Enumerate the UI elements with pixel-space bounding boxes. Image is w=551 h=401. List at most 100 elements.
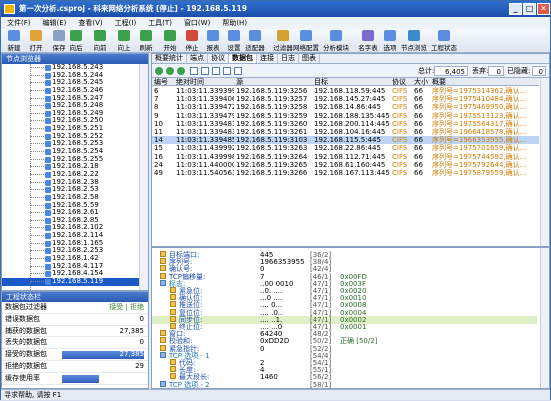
packet-row[interactable]: 49 11:03:11.540561 192.168.5.119:3266 192.1…	[152, 169, 539, 177]
detail-row[interactable]: TCP 选项 - 2 [58/1]	[152, 380, 537, 388]
node-icon	[45, 225, 51, 232]
node-icon	[45, 72, 51, 79]
column-header[interactable]: 绝对时间	[176, 78, 234, 86]
detail-scrollbar[interactable]	[540, 248, 549, 388]
view-icon[interactable]	[190, 67, 198, 75]
maximize-button[interactable]: □	[523, 3, 536, 15]
toolbar-button[interactable]: 打开	[25, 30, 47, 52]
toolbar-button[interactable]: 停止	[181, 30, 203, 52]
toolbar-button[interactable]: 开始	[159, 30, 181, 52]
toolbar-button[interactable]: 向上	[113, 30, 135, 52]
detail-field-icon	[160, 380, 166, 387]
tab[interactable]: 日志	[278, 54, 299, 63]
tab[interactable]: 数据包	[229, 54, 257, 63]
tab[interactable]: 端点	[187, 54, 208, 63]
column-header[interactable]: 概要	[432, 78, 540, 86]
tree-scrollbar[interactable]	[139, 64, 148, 290]
node-icon	[45, 103, 51, 110]
tree-node[interactable]: 192.168.5.119	[2, 277, 148, 286]
packet-cell: 66	[414, 169, 423, 177]
filter-icon[interactable]	[223, 67, 231, 75]
packet-cell: 192.168.5.119:3265	[236, 160, 308, 169]
packet-cell: 66	[414, 160, 423, 169]
back-icon[interactable]	[166, 67, 174, 75]
toolbar-button[interactable]: 适配器	[244, 30, 266, 52]
packet-cell: 16	[154, 152, 163, 161]
column-header[interactable]: 协议	[392, 78, 412, 86]
node-icon	[45, 133, 51, 140]
packet-scrollbar[interactable]	[540, 78, 549, 246]
packet-row[interactable]: 24 11:03:11.440000 192.168.5.119:3265 192.1…	[152, 161, 539, 169]
tab[interactable]: 概要统计	[152, 54, 187, 63]
packet-row[interactable]: 7 11:03:11.339406 192.168.5.119:3257 192.16…	[152, 95, 539, 103]
toolbar-button[interactable]: 选项	[379, 30, 401, 52]
toolbar-icon	[384, 30, 396, 41]
toolbar-icon	[140, 30, 152, 41]
toolbar-button[interactable]: 网络配置	[291, 30, 321, 52]
toolbar-button[interactable]: 设置	[223, 30, 245, 52]
toolbar-label: 网络配置	[293, 44, 319, 52]
toolbar-icon	[186, 30, 198, 41]
toolbar-icon	[249, 30, 261, 41]
toolbar-button[interactable]: 刷新	[135, 30, 157, 52]
packet-row[interactable]: 9 11:03:11.339479 192.168.5.119:3259 192.16…	[152, 112, 539, 120]
packet-row[interactable]: 14 11:03:11.339485 192.168.5.119:3103 192.1…	[152, 136, 539, 145]
packet-cell: 192.168.5.119:3256	[236, 87, 308, 95]
menu-item[interactable]: 帮助(H)	[216, 19, 253, 27]
packet-cell: 49	[154, 169, 163, 177]
export-icon[interactable]	[234, 67, 242, 75]
toolbar-button[interactable]: 工程状态	[429, 30, 459, 52]
detail-field-icon	[170, 301, 176, 308]
toolbar-button[interactable]: 向前	[89, 30, 111, 52]
status-rows: 数据包过滤器 接受 | 拒绝 错误数据包 0 捕获的数据包 27,385 丢失的数据包 0 接受…	[2, 302, 148, 385]
tab[interactable]: 图表	[299, 54, 320, 63]
toolbar-button[interactable]: 向后	[65, 30, 87, 52]
packet-cell: 66	[414, 144, 423, 153]
menu-item[interactable]: 窗口(W)	[178, 19, 216, 27]
menu-item[interactable]: 工具(T)	[142, 19, 178, 27]
toolbar-button[interactable]: 节点浏览	[399, 30, 429, 52]
list-icon[interactable]	[212, 67, 220, 75]
menu-item[interactable]: 工程(I)	[109, 19, 143, 27]
forward-icon[interactable]	[177, 67, 185, 75]
packet-row[interactable]: 8 11:03:11.339472 192.168.5.119:3258 192.16…	[152, 103, 539, 111]
packet-row[interactable]: 11 11:03:11.339483 192.168.5.119:3261 192.1…	[152, 128, 539, 136]
column-header[interactable]: 源	[236, 78, 312, 86]
column-header[interactable]: 编号	[154, 78, 174, 86]
grid-icon[interactable]	[201, 67, 209, 75]
menu-item[interactable]: 查看(V)	[72, 19, 108, 27]
packet-row[interactable]: 16 11:03:11.439998 192.168.5.119:3264 192.1…	[152, 153, 539, 161]
packet-cell: 192.168.5.119:3261	[236, 128, 308, 136]
menu-item[interactable]: 编辑(E)	[37, 19, 73, 27]
status-row: 错误数据包 0	[2, 314, 148, 326]
status-row: 缓存使用率 12,576 KB	[2, 373, 148, 385]
tab[interactable]: 连接	[257, 54, 278, 63]
packet-row[interactable]: 6 11:03:11.339399 192.168.5.119:3256 192.16…	[152, 87, 539, 95]
close-button[interactable]: ✕	[537, 3, 550, 15]
toolbar-icon	[8, 30, 20, 41]
lost-count: 0	[488, 66, 504, 76]
menu-item[interactable]: 文件(F)	[1, 19, 37, 27]
packet-row[interactable]: 15 11:03:11.439992 192.168.5.119:3263 192.1…	[152, 144, 539, 152]
packet-cell: CIFS	[392, 103, 408, 112]
toolbar-button[interactable]: 分析模块	[321, 30, 351, 52]
node-icon	[45, 194, 51, 201]
packet-row[interactable]: 10 11:03:11.339481 192.168.5.119:3260 192.1…	[152, 120, 539, 128]
toolbar-label: 适配器	[245, 44, 265, 52]
status-label: 接受的数据包	[5, 350, 47, 359]
detail-field-name: TCP 选项 - 2	[169, 380, 210, 388]
toolbar-button[interactable]: 新建	[3, 30, 25, 52]
tab[interactable]: 协议	[208, 54, 229, 63]
packet-cell: 11:03:11.339483	[176, 128, 234, 136]
column-header[interactable]: 大小	[414, 78, 430, 86]
node-icon	[45, 171, 51, 178]
status-value: 27,385	[119, 326, 145, 335]
go-icon[interactable]	[155, 67, 163, 75]
packet-cell: 序列号=1966353955,确认...	[432, 136, 527, 145]
packet-cell: 9	[154, 111, 159, 120]
minimize-button[interactable]: _	[509, 3, 522, 15]
toolbar-button[interactable]: 报表	[202, 30, 224, 52]
toolbar-label: 报表	[206, 44, 220, 52]
packet-detail: 目标端口: 445 [36/2] 序列号: 1966353955 [38/4] 确认号: 0[…	[152, 246, 549, 388]
column-header[interactable]: 目标	[314, 78, 390, 86]
